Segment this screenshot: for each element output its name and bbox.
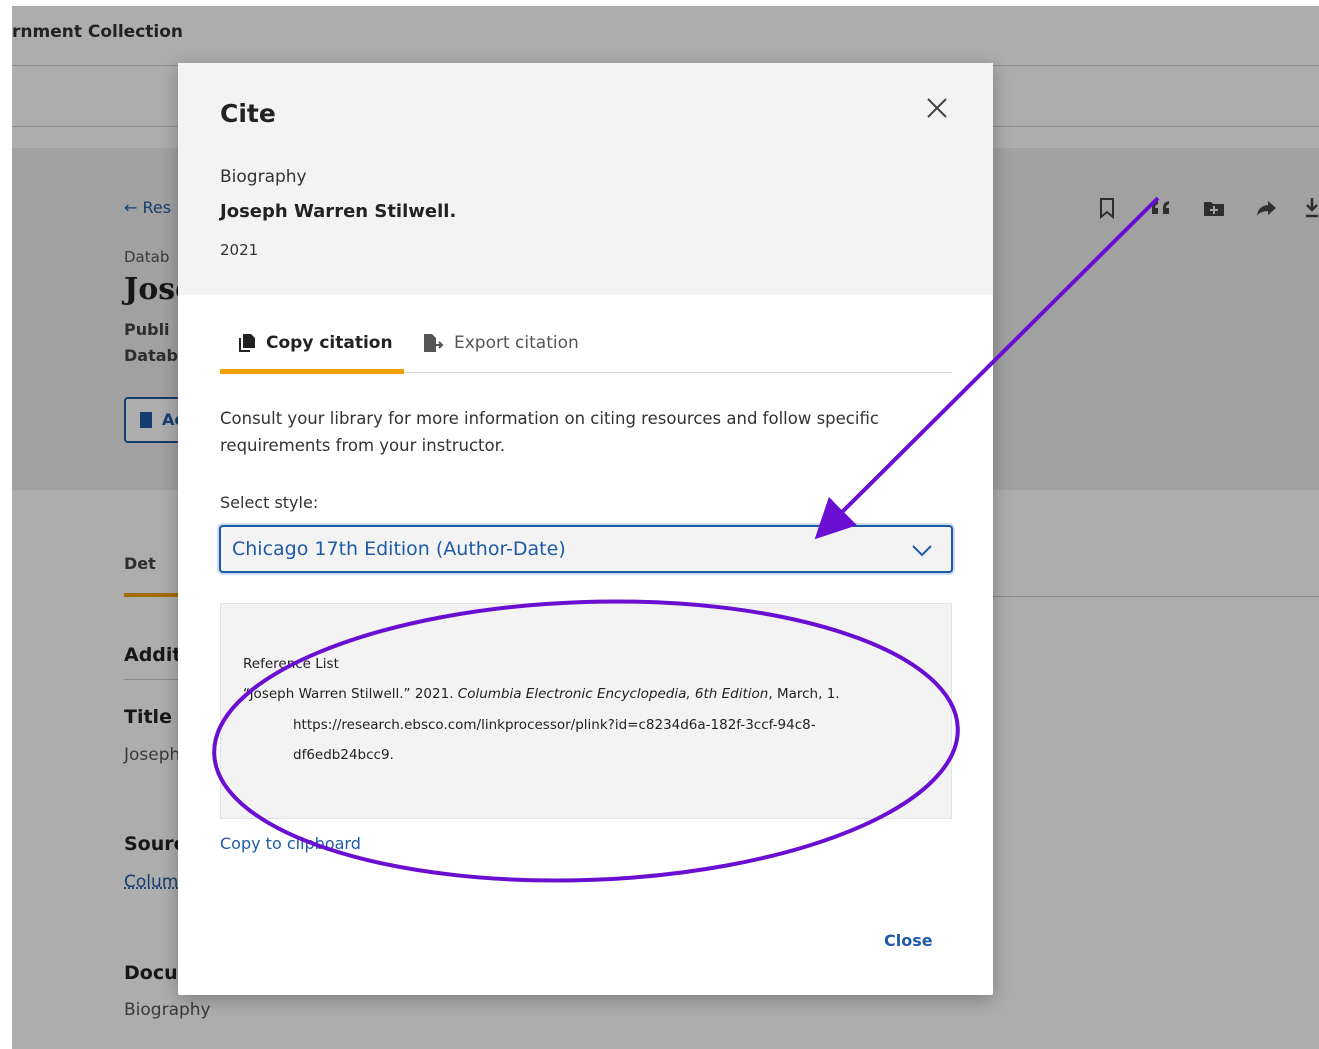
- copy-to-clipboard-link[interactable]: Copy to clipboard: [220, 834, 361, 853]
- citation-tabs: Copy citation Export citation: [220, 313, 952, 374]
- tab-copy-label: Copy citation: [266, 333, 393, 353]
- active-tab-indicator: [220, 369, 404, 374]
- selected-style: Chicago 17th Edition (Author-Date): [232, 538, 566, 560]
- citation-style-select[interactable]: Chicago 17th Edition (Author-Date): [219, 525, 953, 573]
- export-icon: [424, 334, 444, 352]
- citation-guidance: Consult your library for more informatio…: [220, 409, 879, 455]
- record-title-text: Joseph Warren Stilwell.: [220, 201, 457, 222]
- citation-url-line-1: https://research.ebsco.com/linkprocessor…: [293, 717, 816, 733]
- copy-icon: [239, 334, 255, 352]
- record-type: Biography: [220, 167, 307, 187]
- record-year: 2021: [220, 241, 259, 259]
- tab-export-label: Export citation: [454, 333, 579, 353]
- tab-export-citation[interactable]: Export citation: [422, 313, 579, 373]
- tab-copy-citation[interactable]: Copy citation: [238, 313, 393, 373]
- close-icon[interactable]: [922, 93, 952, 123]
- style-select-label: Select style:: [220, 493, 319, 512]
- dialog-title: Cite: [220, 99, 276, 128]
- chevron-down-icon: [912, 545, 932, 557]
- citation-title-part: “Joseph Warren Stilwell.” 2021.: [243, 686, 458, 702]
- citation-output: Reference List “Joseph Warren Stilwell.”…: [220, 603, 952, 819]
- citation-date-part: , March, 1.: [768, 686, 840, 702]
- citation-line-1: “Joseph Warren Stilwell.” 2021. Columbia…: [243, 686, 840, 702]
- cite-dialog: Cite Biography Joseph Warren Stilwell. 2…: [178, 63, 993, 995]
- dialog-header: Cite Biography Joseph Warren Stilwell. 2…: [178, 63, 993, 295]
- citation-source: Columbia Electronic Encyclopedia, 6th Ed…: [457, 686, 769, 702]
- citation-url-line-2: df6edb24bcc9.: [293, 747, 394, 763]
- reference-list-heading: Reference List: [243, 656, 339, 672]
- close-button[interactable]: Close: [884, 931, 933, 950]
